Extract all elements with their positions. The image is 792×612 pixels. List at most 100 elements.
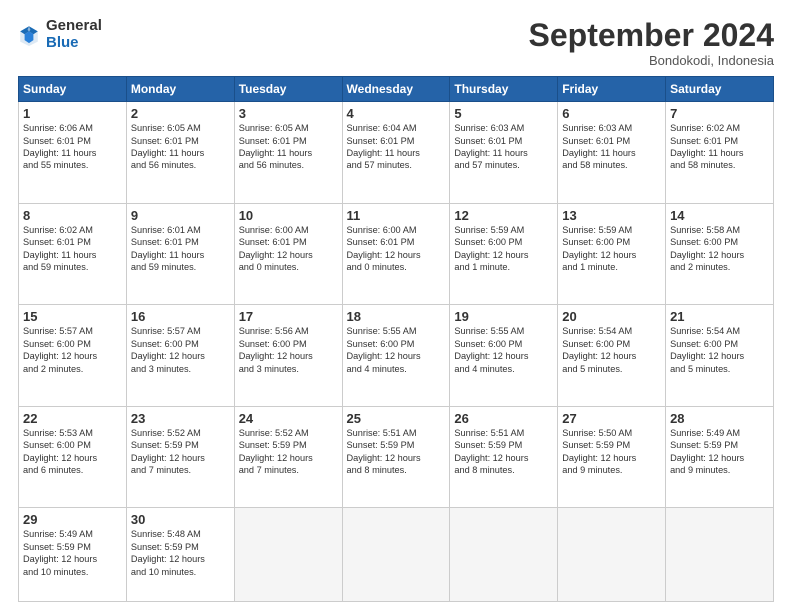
day-num-12: 12 (454, 208, 553, 223)
day-26: 26 Sunrise: 5:51 AMSunset: 5:59 PMDaylig… (450, 406, 558, 508)
day-22: 22 Sunrise: 5:53 AMSunset: 6:00 PMDaylig… (19, 406, 127, 508)
logo-blue-text: Blue (46, 35, 102, 52)
day-23: 23 Sunrise: 5:52 AMSunset: 5:59 PMDaylig… (126, 406, 234, 508)
day-text-30: Sunrise: 5:48 AMSunset: 5:59 PMDaylight:… (131, 529, 205, 576)
day-text-6: Sunrise: 6:03 AMSunset: 6:01 PMDaylight:… (562, 123, 635, 170)
day-9: 9 Sunrise: 6:01 AMSunset: 6:01 PMDayligh… (126, 203, 234, 305)
day-text-8: Sunrise: 6:02 AMSunset: 6:01 PMDaylight:… (23, 225, 96, 272)
day-num-22: 22 (23, 411, 122, 426)
day-text-11: Sunrise: 6:00 AMSunset: 6:01 PMDaylight:… (347, 225, 421, 272)
day-num-14: 14 (670, 208, 769, 223)
header-tuesday: Tuesday (234, 77, 342, 102)
day-text-28: Sunrise: 5:49 AMSunset: 5:59 PMDaylight:… (670, 428, 744, 475)
day-text-10: Sunrise: 6:00 AMSunset: 6:01 PMDaylight:… (239, 225, 313, 272)
day-10: 10 Sunrise: 6:00 AMSunset: 6:01 PMDaylig… (234, 203, 342, 305)
day-3: 3 Sunrise: 6:05 AMSunset: 6:01 PMDayligh… (234, 102, 342, 204)
day-num-8: 8 (23, 208, 122, 223)
day-11: 11 Sunrise: 6:00 AMSunset: 6:01 PMDaylig… (342, 203, 450, 305)
day-num-27: 27 (562, 411, 661, 426)
day-17: 17 Sunrise: 5:56 AMSunset: 6:00 PMDaylig… (234, 305, 342, 407)
week-row-5: 29 Sunrise: 5:49 AMSunset: 5:59 PMDaylig… (19, 508, 774, 602)
day-19: 19 Sunrise: 5:55 AMSunset: 6:00 PMDaylig… (450, 305, 558, 407)
day-num-17: 17 (239, 309, 338, 324)
day-text-4: Sunrise: 6:04 AMSunset: 6:01 PMDaylight:… (347, 123, 420, 170)
day-num-18: 18 (347, 309, 446, 324)
day-29: 29 Sunrise: 5:49 AMSunset: 5:59 PMDaylig… (19, 508, 127, 602)
month-title: September 2024 (529, 18, 774, 53)
day-num-19: 19 (454, 309, 553, 324)
day-7: 7 Sunrise: 6:02 AMSunset: 6:01 PMDayligh… (666, 102, 774, 204)
calendar-table: Sunday Monday Tuesday Wednesday Thursday… (18, 76, 774, 602)
day-text-25: Sunrise: 5:51 AMSunset: 5:59 PMDaylight:… (347, 428, 421, 475)
header: General Blue September 2024 Bondokodi, I… (18, 18, 774, 68)
day-25: 25 Sunrise: 5:51 AMSunset: 5:59 PMDaylig… (342, 406, 450, 508)
day-5: 5 Sunrise: 6:03 AMSunset: 6:01 PMDayligh… (450, 102, 558, 204)
day-text-3: Sunrise: 6:05 AMSunset: 6:01 PMDaylight:… (239, 123, 312, 170)
day-text-2: Sunrise: 6:05 AMSunset: 6:01 PMDaylight:… (131, 123, 204, 170)
week-row-3: 15 Sunrise: 5:57 AMSunset: 6:00 PMDaylig… (19, 305, 774, 407)
title-block: September 2024 Bondokodi, Indonesia (529, 18, 774, 68)
header-thursday: Thursday (450, 77, 558, 102)
day-num-16: 16 (131, 309, 230, 324)
day-text-16: Sunrise: 5:57 AMSunset: 6:00 PMDaylight:… (131, 326, 205, 373)
location-subtitle: Bondokodi, Indonesia (529, 53, 774, 68)
day-text-23: Sunrise: 5:52 AMSunset: 5:59 PMDaylight:… (131, 428, 205, 475)
day-num-1: 1 (23, 106, 122, 121)
day-text-12: Sunrise: 5:59 AMSunset: 6:00 PMDaylight:… (454, 225, 528, 272)
day-text-24: Sunrise: 5:52 AMSunset: 5:59 PMDaylight:… (239, 428, 313, 475)
logo-text: General Blue (46, 18, 102, 51)
empty-cell-5 (666, 508, 774, 602)
day-30: 30 Sunrise: 5:48 AMSunset: 5:59 PMDaylig… (126, 508, 234, 602)
day-1: 1 Sunrise: 6:06 AMSunset: 6:01 PMDayligh… (19, 102, 127, 204)
day-num-3: 3 (239, 106, 338, 121)
day-text-7: Sunrise: 6:02 AMSunset: 6:01 PMDaylight:… (670, 123, 743, 170)
header-monday: Monday (126, 77, 234, 102)
day-num-10: 10 (239, 208, 338, 223)
day-2: 2 Sunrise: 6:05 AMSunset: 6:01 PMDayligh… (126, 102, 234, 204)
day-21: 21 Sunrise: 5:54 AMSunset: 6:00 PMDaylig… (666, 305, 774, 407)
day-text-22: Sunrise: 5:53 AMSunset: 6:00 PMDaylight:… (23, 428, 97, 475)
empty-cell-4 (558, 508, 666, 602)
day-num-28: 28 (670, 411, 769, 426)
day-header-row: Sunday Monday Tuesday Wednesday Thursday… (19, 77, 774, 102)
day-6: 6 Sunrise: 6:03 AMSunset: 6:01 PMDayligh… (558, 102, 666, 204)
day-18: 18 Sunrise: 5:55 AMSunset: 6:00 PMDaylig… (342, 305, 450, 407)
day-num-15: 15 (23, 309, 122, 324)
day-text-27: Sunrise: 5:50 AMSunset: 5:59 PMDaylight:… (562, 428, 636, 475)
empty-cell-2 (342, 508, 450, 602)
day-num-23: 23 (131, 411, 230, 426)
day-num-26: 26 (454, 411, 553, 426)
week-row-1: 1 Sunrise: 6:06 AMSunset: 6:01 PMDayligh… (19, 102, 774, 204)
header-wednesday: Wednesday (342, 77, 450, 102)
day-num-30: 30 (131, 512, 230, 527)
day-15: 15 Sunrise: 5:57 AMSunset: 6:00 PMDaylig… (19, 305, 127, 407)
day-text-5: Sunrise: 6:03 AMSunset: 6:01 PMDaylight:… (454, 123, 527, 170)
day-num-7: 7 (670, 106, 769, 121)
day-num-9: 9 (131, 208, 230, 223)
empty-cell-1 (234, 508, 342, 602)
day-num-21: 21 (670, 309, 769, 324)
day-num-2: 2 (131, 106, 230, 121)
page: General Blue September 2024 Bondokodi, I… (0, 0, 792, 612)
day-12: 12 Sunrise: 5:59 AMSunset: 6:00 PMDaylig… (450, 203, 558, 305)
day-14: 14 Sunrise: 5:58 AMSunset: 6:00 PMDaylig… (666, 203, 774, 305)
logo: General Blue (18, 18, 102, 51)
empty-cell-3 (450, 508, 558, 602)
logo-icon (18, 24, 40, 46)
day-num-13: 13 (562, 208, 661, 223)
day-4: 4 Sunrise: 6:04 AMSunset: 6:01 PMDayligh… (342, 102, 450, 204)
day-num-24: 24 (239, 411, 338, 426)
day-28: 28 Sunrise: 5:49 AMSunset: 5:59 PMDaylig… (666, 406, 774, 508)
day-20: 20 Sunrise: 5:54 AMSunset: 6:00 PMDaylig… (558, 305, 666, 407)
day-16: 16 Sunrise: 5:57 AMSunset: 6:00 PMDaylig… (126, 305, 234, 407)
day-text-20: Sunrise: 5:54 AMSunset: 6:00 PMDaylight:… (562, 326, 636, 373)
day-text-9: Sunrise: 6:01 AMSunset: 6:01 PMDaylight:… (131, 225, 204, 272)
day-text-29: Sunrise: 5:49 AMSunset: 5:59 PMDaylight:… (23, 529, 97, 576)
day-text-1: Sunrise: 6:06 AMSunset: 6:01 PMDaylight:… (23, 123, 96, 170)
header-saturday: Saturday (666, 77, 774, 102)
day-text-17: Sunrise: 5:56 AMSunset: 6:00 PMDaylight:… (239, 326, 313, 373)
day-text-19: Sunrise: 5:55 AMSunset: 6:00 PMDaylight:… (454, 326, 528, 373)
header-sunday: Sunday (19, 77, 127, 102)
day-num-20: 20 (562, 309, 661, 324)
day-8: 8 Sunrise: 6:02 AMSunset: 6:01 PMDayligh… (19, 203, 127, 305)
